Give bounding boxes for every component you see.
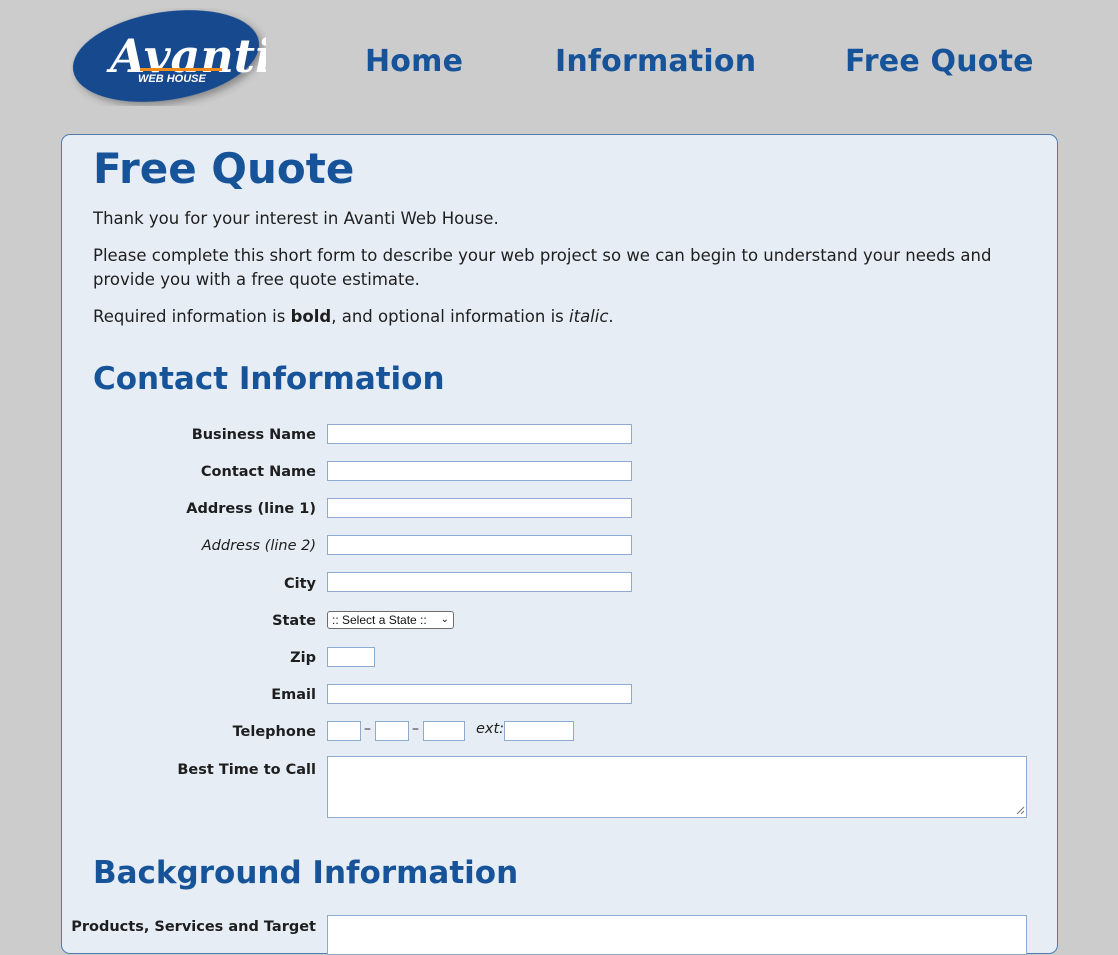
intro-thanks: Thank you for your interest in Avanti We… (93, 209, 499, 228)
phone-line-input[interactable] (423, 721, 465, 741)
resize-handle-icon[interactable] (1016, 806, 1025, 815)
address1-label: Address (line 1) (186, 501, 316, 517)
svg-text:WEB HOUSE: WEB HOUSE (138, 73, 207, 85)
address2-input[interactable] (327, 535, 632, 555)
business-name-input[interactable] (327, 424, 632, 444)
intro-legend: Required information is bold, and option… (93, 307, 614, 326)
ext-label: ext: (476, 721, 505, 737)
address2-label: Address (line 2) (201, 538, 316, 554)
telephone-label: Telephone (232, 724, 316, 740)
contact-name-input[interactable] (327, 461, 632, 481)
nav-home-link[interactable]: Home (365, 44, 463, 79)
best-time-textarea[interactable] (327, 756, 1027, 818)
phone-prefix-input[interactable] (375, 721, 409, 741)
city-label: City (284, 576, 316, 592)
contact-name-label: Contact Name (200, 464, 316, 480)
phone-dash: – (412, 721, 419, 737)
avanti-logo[interactable]: Avanti WEB HOUSE (70, 8, 273, 106)
products-textarea[interactable] (327, 915, 1027, 955)
background-heading: Background Information (93, 855, 519, 891)
email-input[interactable] (327, 684, 632, 704)
phone-dash: – (364, 721, 371, 737)
intro-description: Please complete this short form to descr… (93, 246, 992, 289)
email-label: Email (271, 687, 316, 703)
products-label: Products, Services and Target (71, 919, 316, 935)
state-select[interactable]: :: Select a State :: ⌄ (327, 611, 454, 629)
state-label: State (272, 613, 316, 629)
contact-heading: Contact Information (93, 361, 445, 397)
city-input[interactable] (327, 572, 632, 592)
nav-information-link[interactable]: Information (555, 44, 756, 79)
zip-input[interactable] (327, 647, 375, 667)
chevron-down-icon: ⌄ (440, 614, 449, 625)
page-title: Free Quote (93, 144, 355, 193)
state-select-value: :: Select a State :: (332, 613, 427, 627)
address1-input[interactable] (327, 498, 632, 518)
business-name-label: Business Name (191, 427, 316, 443)
phone-ext-input[interactable] (504, 721, 574, 741)
best-time-label: Best Time to Call (177, 762, 316, 778)
phone-area-code-input[interactable] (327, 721, 361, 741)
nav-free-quote-link[interactable]: Free Quote (845, 44, 1034, 79)
zip-label: Zip (290, 650, 316, 666)
